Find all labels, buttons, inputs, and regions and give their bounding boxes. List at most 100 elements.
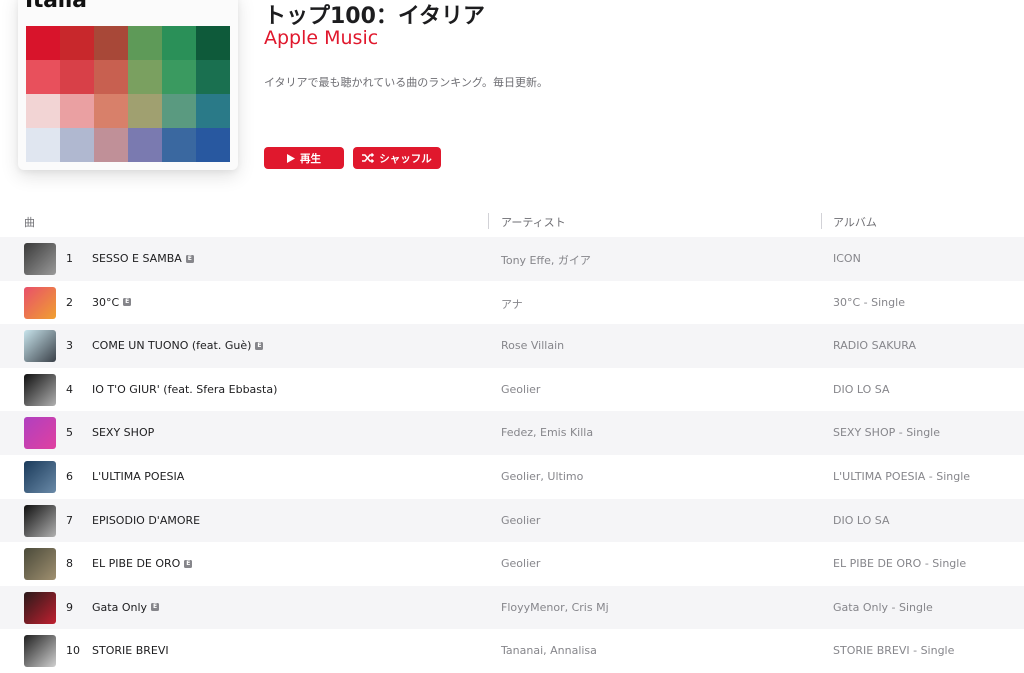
track-title[interactable]: COME UN TUONO (feat. Guè)	[92, 339, 251, 352]
mosaic-tile	[26, 60, 60, 94]
track-album[interactable]: EL PIBE DE ORO - Single	[833, 557, 966, 570]
album-thumbnail[interactable]	[24, 460, 56, 493]
track-title-cell[interactable]: 30°C E	[92, 296, 132, 309]
track-artist[interactable]: Geolier	[501, 383, 540, 396]
playlist-description: イタリアで最も聴かれている曲のランキング。毎日更新。	[264, 76, 549, 89]
track-title[interactable]: IO T'O GIUR' (feat. Sfera Ebbasta)	[92, 383, 277, 396]
track-artist[interactable]: Geolier	[501, 514, 540, 527]
track-row[interactable]: 7 EPISODIO D'AMORE Geolier DIO LO SA	[0, 498, 1024, 543]
track-album[interactable]: RADIO SAKURA	[833, 339, 916, 352]
track-artist[interactable]: Rose Villain	[501, 339, 564, 352]
track-album[interactable]: L'ULTIMA POESIA - Single	[833, 470, 970, 483]
mosaic-tile	[162, 26, 196, 60]
track-list: 1 SESSO E SAMBA E Tony Effe, ガイア ICON 2 30°C E ア…	[0, 237, 1024, 673]
track-title-cell[interactable]: L'ULTIMA POESIA	[92, 470, 184, 483]
track-title[interactable]: SEXY SHOP	[92, 426, 154, 439]
album-thumbnail[interactable]	[24, 286, 56, 319]
curator-link[interactable]: Apple Music	[264, 27, 378, 49]
album-thumbnail[interactable]	[24, 635, 56, 668]
play-label: 再生	[300, 152, 321, 165]
explicit-icon: E	[123, 298, 132, 307]
track-album[interactable]: STORIE BREVI - Single	[833, 644, 954, 657]
track-album[interactable]: 30°C - Single	[833, 296, 905, 309]
track-row[interactable]: 1 SESSO E SAMBA E Tony Effe, ガイア ICON	[0, 237, 1024, 281]
explicit-icon: E	[185, 254, 194, 263]
track-album[interactable]: SEXY SHOP - Single	[833, 426, 940, 439]
track-album[interactable]: ICON	[833, 252, 861, 265]
mosaic-tile	[94, 128, 128, 162]
mosaic-tile	[196, 94, 230, 128]
album-thumbnail[interactable]	[24, 417, 56, 450]
shuffle-icon	[362, 153, 375, 163]
mosaic-tile	[94, 26, 128, 60]
mosaic-tile	[26, 94, 60, 128]
shuffle-label: シャッフル	[379, 152, 432, 165]
track-title-cell[interactable]: Gata Only E	[92, 601, 160, 614]
track-row[interactable]: 9 Gata Only E FloyyMenor, Cris Mj Gata Only …	[0, 585, 1024, 630]
track-title-cell[interactable]: SESSO E SAMBA E	[92, 252, 194, 265]
album-thumbnail[interactable]	[24, 373, 56, 406]
track-artist[interactable]: Geolier, Ultimo	[501, 470, 583, 483]
track-row[interactable]: 8 EL PIBE DE ORO E Geolier EL PIBE DE ORO - …	[0, 542, 1024, 586]
track-rank: 3	[66, 339, 73, 353]
page-title: トップ100：イタリア	[264, 4, 486, 29]
track-artist[interactable]: Fedez, Emis Killa	[501, 426, 593, 439]
track-rank: 10	[66, 644, 80, 658]
track-album[interactable]: Gata Only - Single	[833, 601, 933, 614]
track-title[interactable]: SESSO E SAMBA	[92, 252, 182, 265]
track-title-cell[interactable]: EL PIBE DE ORO E	[92, 557, 193, 570]
column-header-song[interactable]: 曲	[24, 214, 35, 230]
track-rank: 4	[66, 382, 73, 396]
track-row[interactable]: 6 L'ULTIMA POESIA Geolier, Ultimo L'ULTIMA …	[0, 455, 1024, 499]
track-row[interactable]: 5 SEXY SHOP Fedez, Emis Killa SEXY SHOP - S…	[0, 411, 1024, 455]
mosaic-tile	[60, 26, 94, 60]
track-rank: 9	[66, 600, 73, 614]
track-album[interactable]: DIO LO SA	[833, 383, 889, 396]
album-thumbnail[interactable]	[24, 330, 56, 363]
mosaic-tile	[26, 128, 60, 162]
track-title[interactable]: EPISODIO D'AMORE	[92, 514, 200, 527]
mosaic-tile	[128, 60, 162, 94]
track-title[interactable]: 30°C	[92, 296, 119, 309]
mosaic-tile	[162, 128, 196, 162]
column-divider	[821, 213, 822, 229]
track-title-cell[interactable]: COME UN TUONO (feat. Guè) E	[92, 339, 264, 352]
track-artist[interactable]: Tananai, Annalisa	[501, 644, 597, 657]
track-rank: 6	[66, 469, 73, 483]
track-row[interactable]: 10 STORIE BREVI Tananai, Annalisa STORIE BR…	[0, 629, 1024, 673]
track-row[interactable]: 4 IO T'O GIUR' (feat. Sfera Ebbasta) Geoli…	[0, 368, 1024, 412]
track-title-cell[interactable]: EPISODIO D'AMORE	[92, 514, 200, 527]
mosaic-tile	[162, 94, 196, 128]
track-row[interactable]: 2 30°C E アナ 30°C - Single	[0, 281, 1024, 325]
mosaic-tile	[94, 94, 128, 128]
mosaic-tile	[128, 26, 162, 60]
album-thumbnail[interactable]	[24, 548, 56, 581]
mosaic-tile	[196, 60, 230, 94]
track-title-cell[interactable]: IO T'O GIUR' (feat. Sfera Ebbasta)	[92, 383, 277, 396]
explicit-icon: E	[151, 603, 160, 612]
track-title-cell[interactable]: STORIE BREVI	[92, 644, 169, 657]
track-artist[interactable]: FloyyMenor, Cris Mj	[501, 601, 609, 614]
track-title[interactable]: L'ULTIMA POESIA	[92, 470, 184, 483]
column-header-album[interactable]: アルバム	[833, 214, 877, 230]
mosaic-tile	[60, 60, 94, 94]
play-icon	[287, 153, 295, 163]
track-title[interactable]: Gata Only	[92, 601, 147, 614]
track-title[interactable]: STORIE BREVI	[92, 644, 169, 657]
track-artist[interactable]: Tony Effe, ガイア	[501, 252, 591, 268]
album-thumbnail[interactable]	[24, 591, 56, 624]
play-button[interactable]: 再生	[264, 147, 344, 169]
column-header-artist[interactable]: アーティスト	[501, 214, 566, 230]
track-artist[interactable]: アナ	[501, 296, 523, 312]
track-artist[interactable]: Geolier	[501, 557, 540, 570]
mosaic-tile	[196, 26, 230, 60]
shuffle-button[interactable]: シャッフル	[353, 147, 441, 169]
track-album[interactable]: DIO LO SA	[833, 514, 889, 527]
track-title-cell[interactable]: SEXY SHOP	[92, 426, 154, 439]
album-thumbnail[interactable]	[24, 243, 56, 275]
track-title[interactable]: EL PIBE DE ORO	[92, 557, 180, 570]
track-row[interactable]: 3 COME UN TUONO (feat. Guè) E Rose Villain R…	[0, 324, 1024, 368]
mosaic-tile	[128, 128, 162, 162]
album-thumbnail[interactable]	[24, 504, 56, 537]
mosaic-tile	[60, 128, 94, 162]
